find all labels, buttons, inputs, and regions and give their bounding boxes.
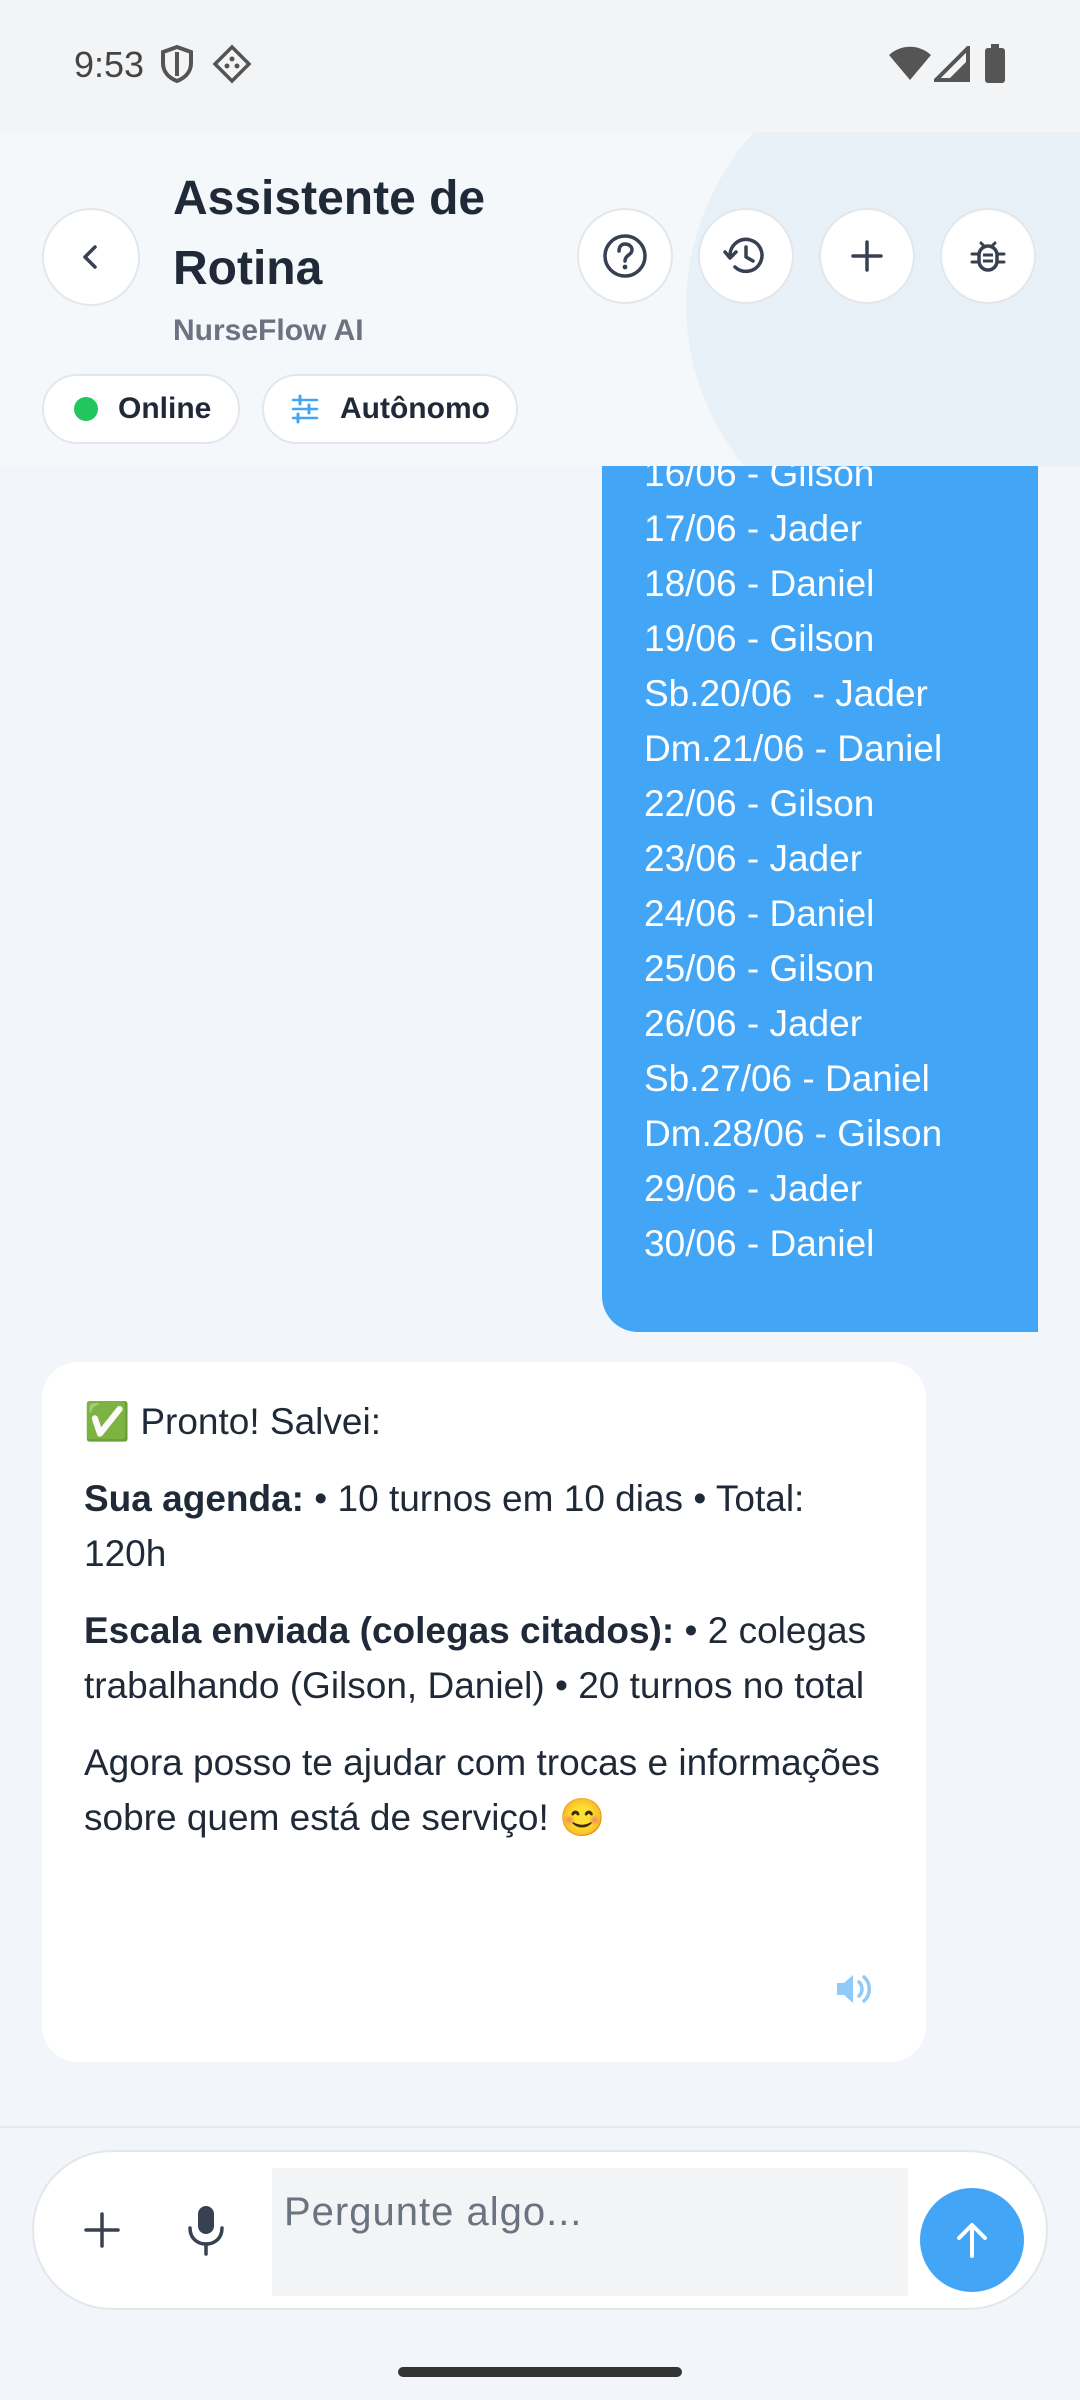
online-status-label: Online — [118, 392, 212, 425]
schedule-line: 24/06 - Daniel — [644, 893, 875, 934]
bug-icon — [970, 241, 1006, 272]
agenda-label: Sua agenda: — [84, 1478, 304, 1519]
assistant-intro: ✅ Pronto! Salvei: — [84, 1401, 381, 1442]
plus-icon — [84, 2212, 120, 2248]
debug-button[interactable] — [940, 208, 1036, 304]
debug-diamond-icon — [212, 44, 252, 89]
arrow-up-icon — [957, 2223, 987, 2258]
user-message-bubble: 16/06 - Gilson 17/06 - Jader 18/06 - Danie… — [602, 466, 1038, 1332]
schedule-line: Sb.27/06 - Daniel — [644, 1058, 930, 1099]
schedule-line: 26/06 - Jader — [644, 1003, 863, 1044]
new-chat-button[interactable] — [819, 208, 915, 304]
mode-chip-label: Autônomo — [340, 392, 490, 425]
speaker-icon — [837, 1975, 871, 2003]
schedule-line: 25/06 - Gilson — [644, 948, 875, 989]
microphone-icon — [188, 2206, 224, 2256]
sliders-icon — [291, 394, 319, 424]
history-button[interactable] — [698, 208, 794, 304]
read-aloud-button[interactable] — [834, 1967, 874, 2022]
page-title: Assistente de Rotina — [173, 172, 486, 295]
wifi-icon — [888, 46, 932, 87]
page-subtitle: NurseFlow AI — [173, 314, 364, 347]
schedule-line: Dm.28/06 - Gilson — [644, 1113, 943, 1154]
assistant-closing: Agora posso te ajudar com trocas e infor… — [84, 1742, 880, 1838]
online-status-dot — [74, 397, 98, 421]
chat-messages[interactable]: 16/06 - Gilson 17/06 - Jader 18/06 - Danie… — [0, 466, 1080, 2122]
back-button[interactable] — [42, 208, 140, 306]
schedule-line: 18/06 - Daniel — [644, 563, 875, 604]
escala-label: Escala enviada (colegas citados): — [84, 1610, 675, 1651]
escala-summary: Escala enviada (colegas citados): • 2 co… — [84, 1603, 884, 1713]
schedule-line: Sb.20/06 - Jader — [644, 673, 928, 714]
online-status-chip: Online — [42, 374, 240, 444]
home-indicator[interactable] — [398, 2367, 682, 2377]
send-button[interactable] — [920, 2188, 1024, 2292]
help-icon — [603, 234, 647, 278]
status-time: 9:53 — [74, 44, 145, 85]
schedule-line: 23/06 - Jader — [644, 838, 863, 879]
plus-icon — [851, 240, 883, 272]
battery-icon — [984, 44, 1006, 89]
chevron-left-icon — [83, 245, 97, 269]
schedule-line: 16/06 - Gilson — [644, 466, 875, 494]
schedule-line: 30/06 - Daniel — [644, 1223, 875, 1264]
assistant-message-bubble: ✅ Pronto! Salvei: Sua agenda: • 10 turno… — [42, 1362, 926, 2062]
schedule-list: 16/06 - Gilson 17/06 - Jader 18/06 - Danie… — [644, 466, 1038, 1271]
shield-icon — [160, 44, 194, 89]
attach-button[interactable] — [80, 2208, 124, 2257]
help-button[interactable] — [577, 208, 673, 304]
status-bar: 9:53 — [0, 0, 1080, 132]
schedule-line: 17/06 - Jader — [644, 508, 863, 549]
cellular-signal-icon — [931, 43, 970, 87]
voice-input-button[interactable] — [184, 2202, 228, 2263]
mode-chip[interactable]: Autônomo — [262, 374, 518, 444]
chat-header: Assistente de Rotina NurseFlow AI Online… — [0, 132, 1080, 466]
composer-divider — [0, 2126, 1080, 2128]
schedule-line: Dm.21/06 - Daniel — [644, 728, 943, 769]
schedule-line: 19/06 - Gilson — [644, 618, 875, 659]
agenda-summary: Sua agenda: • 10 turnos em 10 dias • Tot… — [84, 1471, 884, 1581]
message-input[interactable]: Pergunte algo... — [272, 2168, 908, 2296]
history-icon — [723, 237, 764, 274]
composer: Pergunte algo... — [32, 2150, 1048, 2310]
schedule-line: 22/06 - Gilson — [644, 783, 875, 824]
schedule-line: 29/06 - Jader — [644, 1168, 863, 1209]
